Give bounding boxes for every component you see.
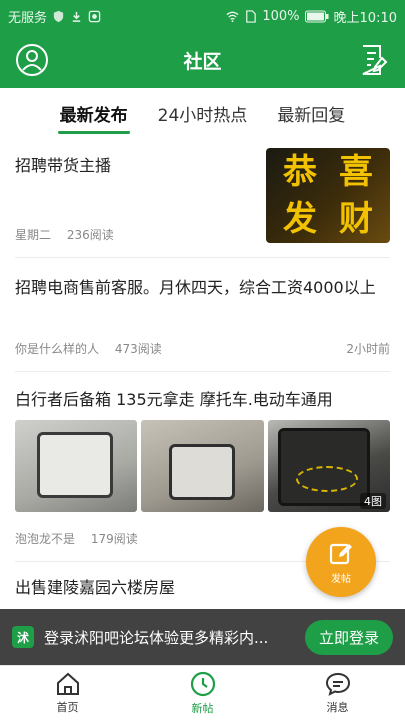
post-meta: 你是什么样的人 473阅读 — [15, 340, 174, 357]
nav-item-label: 新帖 — [191, 701, 214, 715]
new-post-label: 发帖 — [331, 573, 351, 585]
post-meta: 星期二 236阅读 — [15, 226, 126, 243]
post-item[interactable]: 招聘电商售前客服。月休四天，综合工资4000以上 你是什么样的人 473阅读 2… — [15, 258, 390, 372]
nav-item-label: 消息 — [326, 700, 349, 714]
thumbnail-text: 发 — [283, 199, 317, 240]
nav-item-home[interactable]: 首页 — [0, 666, 135, 720]
post-title: 白行者后备箱 135元拿走 摩托车.电动车通用 — [15, 390, 333, 409]
post-reads: 179阅读 — [90, 532, 138, 546]
thumbnail-text: 喜 — [339, 151, 373, 192]
thumbnail-text: 恭 — [283, 151, 317, 192]
login-banner-text: 登录沭阳吧论坛体验更多精彩内... — [44, 628, 269, 647]
post-title: 招聘带货主播 — [15, 156, 112, 175]
nav-item-label: 首页 — [56, 700, 79, 714]
nav-item-messages[interactable]: 消息 — [270, 666, 405, 720]
post-author: 泡泡龙不是 — [15, 532, 76, 546]
trunk-box-shape — [169, 444, 236, 500]
compose-button[interactable] — [355, 42, 391, 78]
message-icon — [325, 672, 350, 696]
nav-item-new-posts[interactable]: 新帖 — [135, 666, 270, 720]
compose-note-icon — [362, 45, 388, 75]
sim-icon — [246, 9, 257, 23]
tab-24h-hot[interactable]: 24小时热点 — [156, 95, 250, 132]
thumbnail-text: 财 — [339, 199, 373, 240]
feed-tabs: 最新发布 24小时热点 最新回复 — [0, 88, 405, 138]
bottom-nav: 首页 新帖 消息 — [0, 665, 405, 720]
nav-bar: 社区 — [0, 32, 405, 88]
post-thumbnail[interactable]: 恭 喜 发 财 — [266, 148, 390, 243]
login-button[interactable]: 立即登录 — [304, 619, 393, 655]
forum-logo: 沭 — [12, 626, 34, 648]
wifi-icon — [226, 11, 239, 22]
post-author: 你是什么样的人 — [15, 342, 100, 356]
shield-icon — [53, 10, 64, 22]
tab-latest-reply[interactable]: 最新回复 — [275, 95, 347, 132]
status-bar: 无服务 100% 晚上10:10 — [0, 0, 405, 32]
app-notification-icon — [88, 10, 101, 22]
clock-time: 晚上10:10 — [333, 10, 397, 26]
post-item[interactable]: 招聘带货主播 恭 喜 发 财 星期二 236阅读 — [15, 138, 390, 258]
profile-button[interactable] — [14, 42, 50, 78]
post-author: 星期二 — [15, 228, 52, 242]
battery-percent: 100% — [262, 8, 300, 24]
post-title: 出售建陵嘉园六楼房屋 — [15, 578, 176, 597]
home-icon — [56, 672, 79, 695]
clock-icon — [190, 671, 215, 696]
page-title: 社区 — [183, 50, 222, 73]
profile-icon — [16, 44, 48, 76]
post-title: 招聘电商售前客服。月休四天，综合工资4000以上 — [15, 278, 376, 297]
post-image-grid: 4图 — [15, 420, 390, 512]
post-image[interactable] — [15, 420, 138, 512]
image-count-badge: 4图 — [359, 493, 386, 509]
post-reads: 473阅读 — [114, 342, 162, 356]
trunk-box-shape — [37, 432, 113, 498]
post-time: 2小时前 — [346, 342, 390, 356]
tab-latest[interactable]: 最新发布 — [57, 95, 130, 134]
login-banner: 沭 登录沭阳吧论坛体验更多精彩内... 立即登录 — [0, 609, 405, 665]
top-bar: 无服务 100% 晚上10:10 社区 — [0, 0, 405, 88]
post-image[interactable]: 4图 — [267, 420, 390, 512]
carrier-text: 无服务 — [8, 10, 48, 26]
edit-icon — [329, 543, 352, 564]
cable-shape — [295, 466, 358, 492]
post-image[interactable] — [141, 420, 264, 512]
post-reads: 236阅读 — [66, 228, 114, 242]
download-icon — [72, 11, 81, 22]
battery-icon — [304, 10, 329, 22]
new-post-button[interactable]: 发帖 — [306, 527, 376, 597]
post-meta: 泡泡龙不是 179阅读 — [15, 530, 150, 547]
